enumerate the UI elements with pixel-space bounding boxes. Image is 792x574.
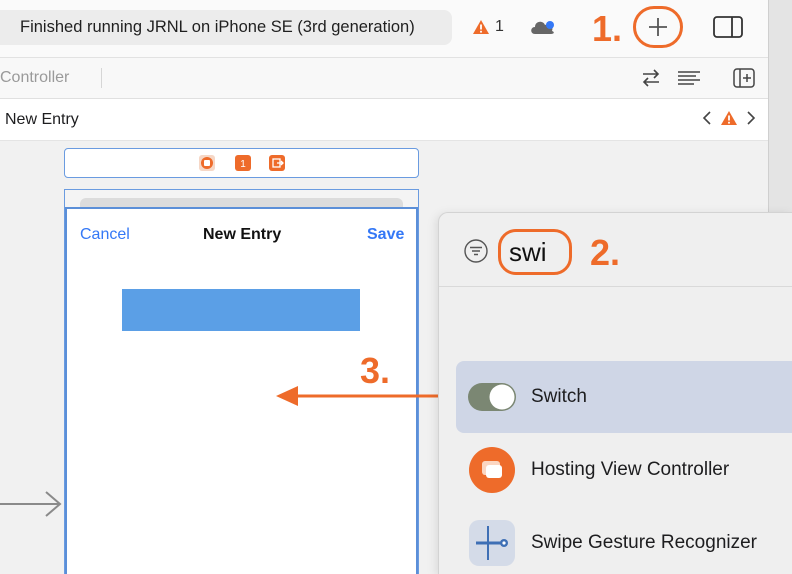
toolbar: Finished running JRNL on iPhone SE (3rd … xyxy=(0,0,768,58)
save-button[interactable]: Save xyxy=(367,226,404,244)
library-plus-button[interactable] xyxy=(633,6,683,48)
hosting-view-controller-icon xyxy=(469,447,515,493)
activity-status: Finished running JRNL on iPhone SE (3rd … xyxy=(0,10,452,45)
background-window-edge xyxy=(768,0,792,215)
add-editor-icon[interactable] xyxy=(731,67,757,89)
swipe-gesture-icon xyxy=(469,520,515,566)
plus-icon xyxy=(649,18,667,36)
scene-dock: 1 xyxy=(64,148,419,178)
cloud-sync-icon[interactable] xyxy=(528,16,558,38)
library-item-label: Switch xyxy=(531,386,587,407)
cancel-button[interactable]: Cancel xyxy=(80,226,130,244)
filter-icon[interactable] xyxy=(463,238,489,264)
library-item-label: Hosting View Controller xyxy=(531,459,730,480)
entry-point-arrow-icon[interactable] xyxy=(0,488,64,520)
navigation-title: New Entry xyxy=(203,226,282,243)
svg-text:1: 1 xyxy=(240,159,246,170)
library-item-switch[interactable]: Switch xyxy=(456,361,792,433)
jump-bar-item[interactable]: New Entry xyxy=(5,111,79,129)
warning-icon[interactable] xyxy=(720,110,738,126)
library-item-swipe-gesture-recognizer[interactable]: Swipe Gesture Recognizer xyxy=(456,507,792,574)
chevron-right-icon[interactable] xyxy=(746,110,756,126)
tab-divider xyxy=(101,68,102,88)
editor-tab-label[interactable]: Controller xyxy=(0,69,69,87)
text-lines-icon[interactable] xyxy=(676,67,702,89)
warning-indicator[interactable]: 1 xyxy=(472,16,504,38)
first-responder-icon[interactable]: 1 xyxy=(235,155,251,171)
placeholder-view[interactable] xyxy=(122,289,360,331)
switch-icon xyxy=(468,383,516,411)
library-search-input[interactable] xyxy=(498,229,572,275)
annotation-step-1: 1. xyxy=(592,8,623,49)
editor-tab-bar: Controller xyxy=(0,58,768,99)
jump-bar-nav xyxy=(702,110,756,126)
library-item-label: Swipe Gesture Recognizer xyxy=(531,532,757,553)
sidebar-right-icon[interactable] xyxy=(712,15,744,39)
annotation-step-2: 2. xyxy=(590,232,621,273)
exit-icon[interactable] xyxy=(269,155,285,171)
warning-count: 1 xyxy=(495,18,504,35)
swap-arrows-icon[interactable] xyxy=(638,67,664,89)
chevron-left-icon[interactable] xyxy=(702,110,712,126)
view-controller-icon[interactable] xyxy=(199,155,215,171)
library-item-hosting-view-controller[interactable]: Hosting View Controller xyxy=(456,434,792,506)
jump-bar: New Entry xyxy=(0,99,768,141)
warning-icon xyxy=(473,20,489,34)
